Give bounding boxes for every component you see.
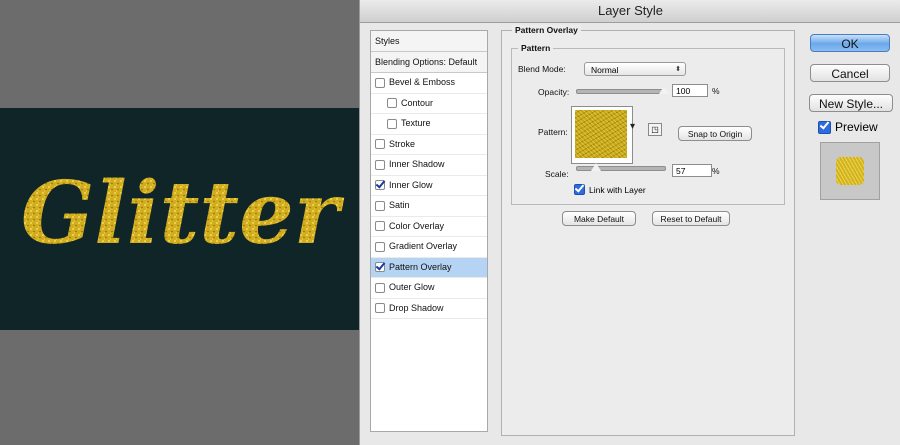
pattern-dropdown-icon[interactable]: ▾ [630, 121, 635, 132]
style-item-label: Inner Glow [389, 179, 433, 190]
checkbox-checked-icon[interactable] [375, 180, 385, 191]
layer-style-dialog: Layer Style Styles Blending Options: Def… [359, 0, 900, 445]
scale-slider-thumb[interactable] [590, 162, 603, 172]
style-item-drop-shadow[interactable]: Drop Shadow [371, 299, 487, 319]
style-item-label: Texture [401, 118, 431, 128]
style-item-label: Bevel & Emboss [389, 77, 456, 87]
opacity-label: Opacity: [538, 87, 570, 97]
style-item-label: Color Overlay [389, 220, 445, 231]
link-with-layer-label: Link with Layer [589, 184, 646, 195]
scale-unit: % [712, 166, 720, 176]
select-arrows-icon: ⬍ [675, 66, 681, 73]
blend-mode-select[interactable]: Normal ⬍ [584, 62, 686, 76]
checkbox-icon[interactable] [375, 77, 385, 88]
checkbox-icon[interactable] [375, 241, 385, 252]
opacity-unit: % [712, 86, 720, 96]
preview-checkbox[interactable]: Preview [818, 120, 878, 134]
style-item-texture[interactable]: Texture [371, 114, 487, 135]
checkbox-icon[interactable] [375, 221, 385, 232]
style-item-stroke[interactable]: Stroke [371, 135, 487, 155]
scale-input[interactable]: 57 [672, 164, 712, 177]
group-title: Pattern [518, 43, 554, 53]
style-item-label: Satin [389, 200, 410, 210]
style-item-contour[interactable]: Contour [371, 94, 487, 114]
checkbox-icon[interactable] [375, 282, 385, 293]
style-item-gradient-overlay[interactable]: Gradient Overlay [371, 237, 487, 258]
blend-mode-label: Blend Mode: [518, 64, 566, 74]
style-item-label: Outer Glow [389, 282, 435, 292]
cancel-button[interactable]: Cancel [810, 64, 890, 82]
dialog-title: Layer Style [360, 0, 900, 23]
style-preview-thumbnail [820, 142, 880, 200]
style-item-color-overlay[interactable]: Color Overlay [371, 217, 487, 237]
link-with-layer-checkbox[interactable]: Link with Layer [574, 184, 646, 195]
style-item-label: Pattern Overlay [389, 261, 452, 272]
checkbox-icon[interactable] [375, 159, 385, 170]
pattern-picker[interactable] [571, 106, 633, 164]
style-item-inner-shadow[interactable]: Inner Shadow [371, 155, 487, 176]
opacity-input[interactable]: 100 [672, 84, 708, 97]
new-preset-icon[interactable]: ◳ [648, 123, 662, 136]
preview-label: Preview [835, 120, 878, 134]
checkbox-checked-icon [818, 120, 831, 134]
style-item-outer-glow[interactable]: Outer Glow [371, 278, 487, 299]
style-item-label: Drop Shadow [389, 302, 444, 313]
styles-header[interactable]: Styles [371, 31, 487, 52]
style-item-pattern-overlay[interactable]: Pattern Overlay [371, 257, 487, 278]
section-title: Pattern Overlay [512, 25, 581, 35]
blending-options[interactable]: Blending Options: Default [371, 52, 487, 73]
style-item-label: Contour [401, 97, 434, 108]
style-items: Bevel & Emboss Contour Texture Stroke Inner … [371, 73, 487, 319]
style-item-label: Inner Shadow [389, 159, 445, 169]
make-default-button[interactable]: Make Default [562, 211, 636, 226]
style-item-label: Gradient Overlay [389, 241, 458, 251]
opacity-slider[interactable] [576, 89, 666, 94]
checkbox-icon[interactable] [375, 303, 385, 314]
styles-list: Styles Blending Options: Default Bevel &… [370, 30, 488, 432]
checkbox-icon[interactable] [375, 200, 385, 211]
scale-label: Scale: [545, 169, 569, 179]
ok-button[interactable]: OK [810, 34, 890, 52]
style-item-inner-glow[interactable]: Inner Glow [371, 176, 487, 196]
style-item-satin[interactable]: Satin [371, 196, 487, 217]
checkbox-checked-icon [574, 184, 585, 195]
reset-to-default-button[interactable]: Reset to Default [652, 211, 730, 226]
new-style-button[interactable]: New Style... [809, 94, 893, 112]
snap-to-origin-button[interactable]: Snap to Origin [678, 126, 752, 141]
style-item-bevel-emboss[interactable]: Bevel & Emboss [371, 73, 487, 94]
pattern-overlay-panel: Pattern Overlay Pattern Blend Mode: Norm… [501, 25, 795, 436]
style-item-label: Stroke [389, 138, 416, 149]
checkbox-icon[interactable] [387, 98, 397, 109]
pattern-group: Pattern Blend Mode: Normal ⬍ Opacity: 10… [511, 43, 785, 205]
glitter-text-artwork: Glitter [21, 163, 345, 264]
opacity-slider-thumb[interactable] [658, 85, 670, 95]
checkbox-icon[interactable] [375, 139, 385, 150]
checkbox-icon[interactable] [387, 118, 397, 129]
scale-slider[interactable] [576, 166, 666, 171]
checkbox-checked-icon[interactable] [375, 262, 385, 273]
glitter-word: Glitter [21, 163, 345, 264]
pattern-label: Pattern: [538, 127, 568, 137]
blend-mode-value: Normal [591, 65, 619, 75]
